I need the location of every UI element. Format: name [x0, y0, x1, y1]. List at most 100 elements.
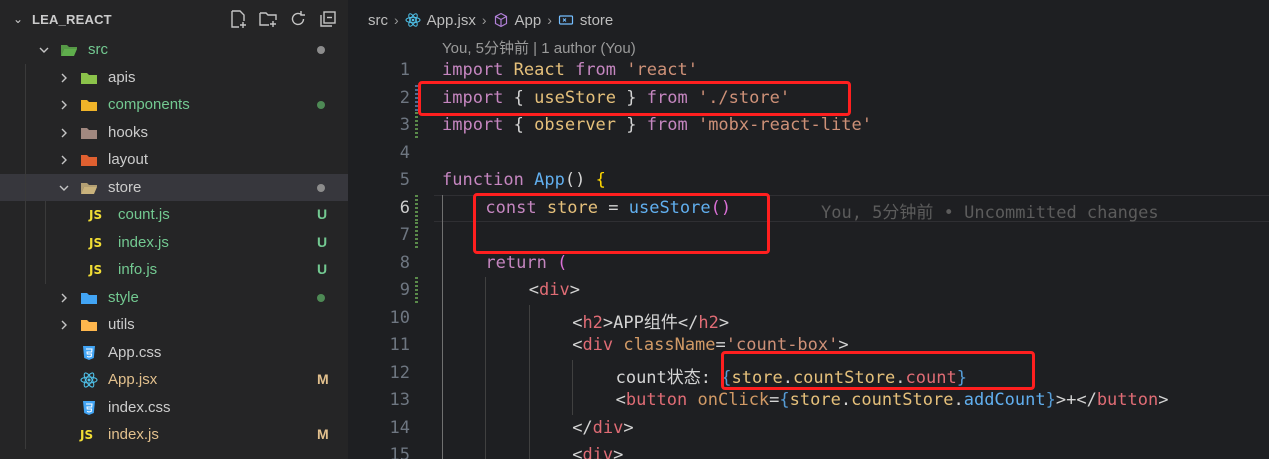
javascript-file-icon: JS — [89, 263, 103, 277]
tree-item[interactable]: JS info.js U — [0, 256, 348, 284]
code-token: >APP组件</ — [602, 312, 699, 333]
code-line[interactable]: 3 import { observer } from 'mobx-react-li… — [348, 112, 1269, 140]
collapse-all-icon[interactable] — [318, 9, 340, 29]
line-number: 13 — [389, 390, 410, 410]
line-number: 11 — [389, 335, 410, 355]
git-gutter-marker[interactable] — [415, 222, 418, 250]
git-gutter-marker[interactable] — [415, 277, 418, 305]
chevron-right-icon: › — [547, 12, 552, 28]
react-icon — [405, 12, 421, 28]
chevron-right-icon[interactable] — [58, 126, 70, 138]
tree-item[interactable]: index.css — [0, 393, 348, 421]
chevron-down-icon[interactable] — [38, 43, 50, 55]
code-token: > — [718, 312, 730, 333]
tree-item[interactable]: JS index.js U — [0, 228, 348, 256]
code-line[interactable]: 14 </div> — [348, 414, 1269, 442]
indent-guide — [485, 332, 487, 360]
code-token: < — [572, 445, 583, 459]
tree-item[interactable]: store — [0, 173, 348, 201]
code-line[interactable]: 5 function App() { — [348, 167, 1269, 195]
indent-guide — [485, 277, 487, 305]
hooks-folder-icon — [80, 125, 98, 141]
tree-item-label: layout — [108, 151, 149, 168]
line-number: 5 — [399, 170, 410, 190]
tree-item[interactable]: style — [0, 283, 348, 311]
git-status-badge: M — [317, 371, 329, 387]
tree-item-label: index.css — [108, 398, 171, 416]
code-token: . — [840, 390, 852, 410]
breadcrumb-file[interactable]: App.jsx — [427, 12, 476, 29]
code-line[interactable]: 4 — [348, 140, 1269, 168]
tree-item[interactable]: src — [0, 36, 348, 64]
indent-guide — [25, 146, 26, 174]
breadcrumb-component[interactable]: App — [515, 12, 542, 29]
tree-item[interactable]: layout — [0, 146, 348, 174]
line-number: 15 — [389, 445, 410, 459]
chevron-right-icon[interactable] — [58, 153, 70, 165]
indent-guide — [442, 194, 443, 222]
code-line[interactable]: 15 <div> — [348, 442, 1269, 459]
project-title[interactable]: LEA_REACT — [32, 12, 112, 27]
indent-guide — [485, 304, 487, 332]
tree-item[interactable]: hooks — [0, 118, 348, 146]
indent-guide — [572, 359, 574, 387]
tree-item[interactable]: App.jsx M — [0, 366, 348, 394]
indent-guide — [25, 63, 26, 91]
highlight-box-count — [721, 351, 1035, 390]
tree-item[interactable]: apis — [0, 63, 348, 91]
refresh-icon[interactable] — [288, 9, 310, 29]
code-line[interactable]: 10 <h2>APP组件</h2> — [348, 304, 1269, 333]
chevron-down-icon[interactable]: ⌄ — [13, 12, 23, 26]
apis-folder-icon — [80, 70, 98, 86]
tree-item[interactable]: JS count.js U — [0, 201, 348, 229]
tree-item[interactable]: JS index.js M — [0, 421, 348, 449]
code-text: <div> — [529, 280, 580, 300]
inline-git-blame[interactable]: You, 5分钟前 • Uncommitted changes — [821, 198, 1159, 223]
git-gutter-marker[interactable] — [415, 194, 418, 222]
tree-item-label: src — [88, 41, 108, 58]
code-token: { — [503, 115, 535, 135]
git-blame-header[interactable]: You, 5分钟前 | 1 author (You) — [442, 37, 636, 58]
code-token: < — [572, 335, 583, 355]
tree-item-label: utils — [108, 316, 135, 333]
tree-item[interactable]: App.css — [0, 338, 348, 366]
utils-folder-icon — [80, 317, 98, 333]
chevron-right-icon[interactable] — [58, 71, 70, 83]
breadcrumb-folder[interactable]: src — [368, 12, 388, 29]
chevron-down-icon[interactable] — [58, 181, 70, 193]
new-folder-icon[interactable] — [258, 9, 280, 29]
tree-item[interactable]: utils — [0, 311, 348, 339]
code-token: < — [615, 390, 626, 410]
tree-item-label: components — [108, 96, 190, 113]
code-line[interactable]: 13 <button onClick={store.countStore.addC… — [348, 387, 1269, 415]
tree-item-label: App.css — [108, 343, 162, 361]
code-token: observer — [534, 115, 617, 135]
chevron-right-icon[interactable] — [58, 98, 70, 110]
code-editor[interactable]: src › App.jsx › App › store You, 5分钟前 | … — [348, 0, 1269, 459]
store-folder-icon — [80, 180, 98, 196]
chevron-right-icon[interactable] — [58, 291, 70, 303]
code-token: > — [613, 445, 624, 459]
git-status-dot — [317, 293, 325, 302]
chevron-right-icon: › — [394, 12, 399, 28]
code-text: <div> — [572, 445, 623, 459]
chevron-right-icon[interactable] — [58, 318, 70, 330]
code-token: 'react' — [626, 60, 698, 80]
variable-icon — [558, 12, 574, 28]
code-line[interactable]: 9 <div> — [348, 277, 1269, 305]
code-token: h2 — [698, 312, 719, 333]
tree-item[interactable]: components — [0, 91, 348, 119]
indent-guide — [442, 442, 443, 459]
javascript-file-icon: JS — [89, 235, 103, 250]
indent-guide — [442, 359, 443, 387]
code-token: import — [442, 60, 504, 80]
code-token: countStore — [851, 390, 954, 410]
git-status-badge: U — [317, 261, 328, 277]
new-file-icon[interactable] — [228, 9, 250, 29]
explorer-header: ⌄ LEA_REACT — [0, 0, 348, 38]
tree-item-label: style — [108, 288, 139, 306]
breadcrumb-symbol[interactable]: store — [580, 12, 613, 29]
code-area[interactable]: 1 import React from 'react' 2 import { useS… — [348, 57, 1269, 459]
git-gutter-marker[interactable] — [415, 112, 418, 140]
